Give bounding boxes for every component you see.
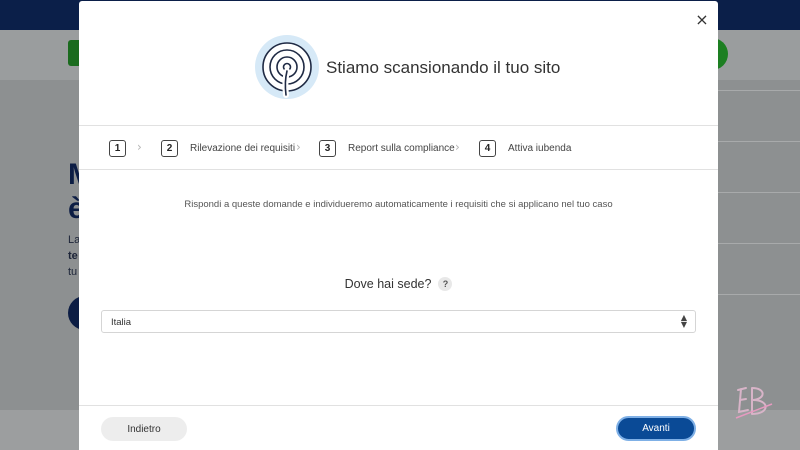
step-number: 1 <box>109 139 126 157</box>
step-number: 2 <box>161 139 178 157</box>
instructions-text: Rispondi a queste domande e individuerem… <box>184 199 613 210</box>
scan-modal: × Stiamo scansionando il tuo sito 1 › 2 … <box>79 1 718 450</box>
question-row: Dove hai sede? ? <box>79 277 718 291</box>
step-3: 3 Report sulla compliance <box>319 138 455 158</box>
question-label: Dove hai sede? <box>344 277 432 291</box>
step-4: 4 Attiva iubenda <box>479 138 571 158</box>
updown-arrows-icon: ▲ ▼ <box>680 313 687 329</box>
back-button[interactable]: Indietro <box>101 417 187 441</box>
help-icon[interactable]: ? <box>438 277 453 291</box>
background-text-line3: tu <box>68 266 78 278</box>
watermark-logo-icon <box>735 387 773 419</box>
steps-divider <box>79 169 718 170</box>
step-number: 4 <box>479 139 496 157</box>
background-side-dividers <box>718 90 800 345</box>
footer-divider <box>79 405 718 406</box>
chevron-right-icon: › <box>296 140 301 154</box>
background-text-line2: te <box>68 250 78 262</box>
step-label: Rilevazione dei requisiti <box>190 142 296 154</box>
country-select-value: Italia <box>111 317 132 328</box>
radar-scan-icon <box>255 35 319 99</box>
step-1: 1 <box>109 138 138 158</box>
header-divider <box>79 125 718 126</box>
step-label: Report sulla compliance <box>348 142 455 154</box>
step-label: Attiva iubenda <box>508 142 572 154</box>
progress-steps: 1 › 2 Rilevazione dei requisiti › 3 Repo… <box>109 138 709 158</box>
next-button[interactable]: Avanti <box>616 416 696 441</box>
chevron-right-icon: › <box>455 140 460 154</box>
step-2: 2 Rilevazione dei requisiti <box>161 138 295 158</box>
chevron-right-icon: › <box>137 140 142 154</box>
country-select[interactable]: Italia ▲ ▼ <box>101 310 696 333</box>
step-number: 3 <box>319 139 336 157</box>
modal-title: Stiamo scansionando il tuo sito <box>326 58 561 77</box>
modal-header: Stiamo scansionando il tuo sito <box>79 1 718 125</box>
